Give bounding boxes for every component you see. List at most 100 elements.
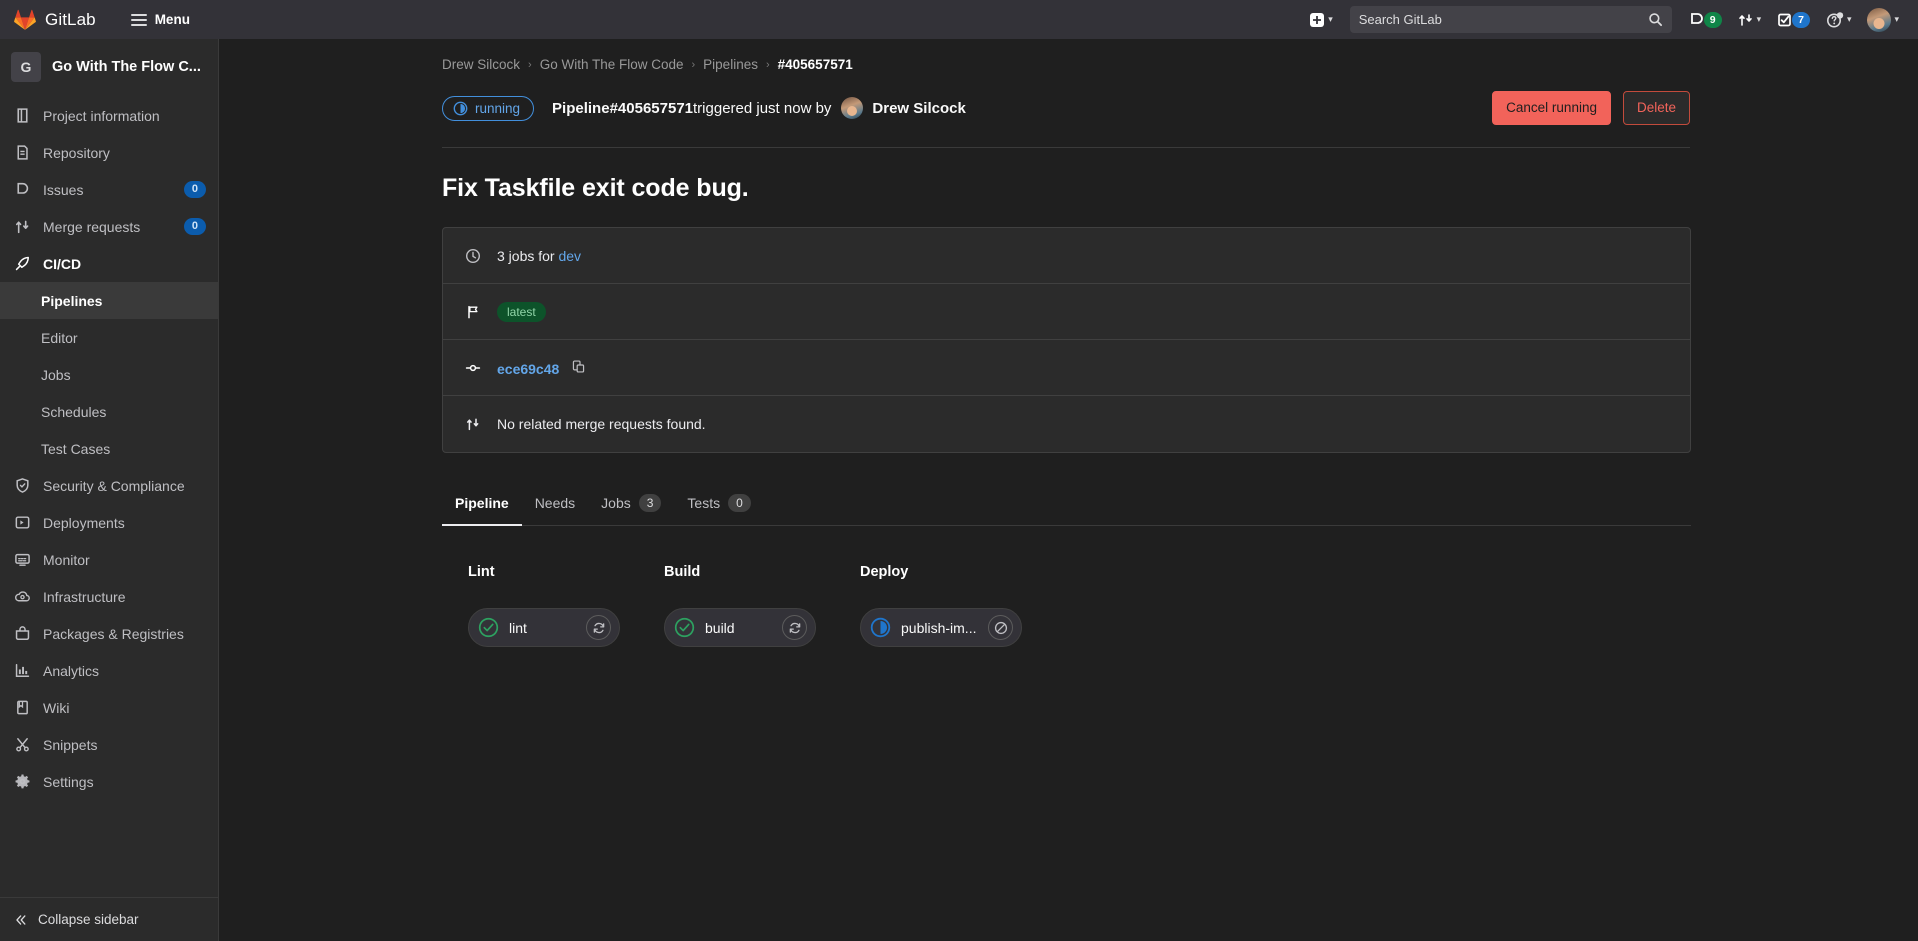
collapse-sidebar-button[interactable]: Collapse sidebar: [0, 897, 218, 941]
merge-request-row: No related merge requests found.: [443, 396, 1690, 452]
gear-icon: [15, 774, 30, 789]
breadcrumb-item-project[interactable]: Go With The Flow Code: [540, 57, 684, 72]
chevron-down-icon: ▾: [1756, 14, 1762, 24]
todo-check-icon: [1778, 13, 1791, 26]
pipeline-tabs: Pipeline Needs Jobs 3 Tests 0: [442, 485, 1691, 526]
delete-button[interactable]: Delete: [1622, 91, 1690, 125]
chevron-down-icon: ▾: [1328, 14, 1333, 24]
cancel-running-button[interactable]: Cancel running: [1492, 91, 1611, 125]
todos-nav-button[interactable]: 7: [1770, 7, 1817, 33]
jobs-count-text: 3 jobs for: [497, 247, 559, 264]
plus-square-icon: [1310, 12, 1325, 27]
sidebar-item-label: Issues: [43, 181, 84, 198]
retry-icon: [593, 622, 604, 633]
sidebar-item-deployments[interactable]: Deployments: [0, 504, 218, 541]
user-menu-button[interactable]: ▾: [1860, 3, 1906, 37]
tab-label: Tests: [687, 495, 721, 511]
search-icon: [1648, 13, 1662, 27]
sidebar-subitem-editor[interactable]: Editor: [0, 319, 218, 356]
main-content: Drew Silcock › Go With The Flow Code › P…: [219, 39, 1918, 941]
commit-sha-link[interactable]: ece69c48: [497, 361, 559, 377]
merge-request-icon: [466, 418, 479, 431]
tab-label: Needs: [534, 495, 576, 511]
sidebar-item-repository[interactable]: Repository: [0, 134, 218, 171]
sidebar-item-infrastructure[interactable]: Infrastructure: [0, 578, 218, 615]
sidebar-item-label: Deployments: [43, 514, 125, 531]
sidebar-item-issues[interactable]: Issues 0: [0, 171, 218, 208]
search-input[interactable]: Search GitLab: [1349, 6, 1672, 33]
breadcrumb-item-pipelines[interactable]: Pipelines: [703, 57, 758, 72]
commit-row: ece69c48: [443, 340, 1690, 396]
pipeline-title: Pipeline #405657571 triggered just now b…: [552, 97, 966, 119]
sidebar-item-merge-requests[interactable]: Merge requests 0: [0, 208, 218, 245]
sidebar-item-wiki[interactable]: Wiki: [0, 689, 218, 726]
job-card-publish-image[interactable]: publish-im...: [860, 608, 1023, 647]
retry-job-button[interactable]: [782, 615, 807, 640]
sidebar-item-monitor[interactable]: Monitor: [0, 541, 218, 578]
commit-sha-group: ece69c48: [497, 359, 586, 377]
sidebar-item-packages-registries[interactable]: Packages & Registries: [0, 615, 218, 652]
copy-sha-button[interactable]: [571, 359, 586, 374]
pipeline-info-card: 3 jobs for dev latest ece69c48 No relate…: [442, 227, 1691, 453]
sidebar-item-label: Packages & Registries: [43, 625, 184, 642]
book-icon: [17, 108, 28, 123]
sidebar-item-label: Snippets: [43, 736, 98, 753]
sidebar-item-analytics[interactable]: Analytics: [0, 652, 218, 689]
pipeline-id: #405657571: [609, 99, 694, 117]
navbar-right-group: ▾ Search GitLab 9 ▾ 7 ▾ ▾: [1302, 0, 1918, 39]
gitlab-home-link[interactable]: GitLab: [14, 9, 96, 30]
sidebar-item-snippets[interactable]: Snippets: [0, 726, 218, 763]
tab-tests[interactable]: Tests 0: [674, 485, 763, 526]
pipeline-author[interactable]: Drew Silcock: [872, 100, 965, 117]
sidebar-subitem-pipelines[interactable]: Pipelines: [0, 282, 218, 319]
job-card-lint[interactable]: lint: [468, 608, 620, 647]
tab-label: Jobs: [601, 495, 631, 511]
project-header-link[interactable]: G Go With The Flow C...: [0, 39, 218, 95]
sidebar-subitem-jobs[interactable]: Jobs: [0, 356, 218, 393]
todos-count-badge: 7: [1792, 11, 1810, 28]
merge-requests-nav-button[interactable]: ▾: [1731, 7, 1769, 33]
sidebar-item-security-compliance[interactable]: Security & Compliance: [0, 467, 218, 504]
retry-icon: [789, 622, 800, 633]
chevron-right-icon: ›: [765, 58, 770, 71]
sidebar-item-label: Wiki: [43, 699, 70, 716]
merge-request-icon: [15, 220, 29, 234]
sidebar-item-label: Monitor: [43, 551, 90, 568]
create-new-button[interactable]: ▾: [1302, 7, 1340, 33]
breadcrumb-current: #405657571: [777, 57, 853, 72]
tag-row: latest: [443, 284, 1690, 340]
breadcrumb-item-user[interactable]: Drew Silcock: [442, 57, 520, 72]
commit-title: Fix Taskfile exit code bug.: [442, 174, 749, 202]
commit-icon: [465, 364, 481, 371]
sidebar-item-project-information[interactable]: Project information: [0, 97, 218, 134]
status-badge[interactable]: running: [442, 95, 535, 121]
status-success-icon: [674, 617, 695, 638]
gitlab-logo-icon: [14, 9, 36, 30]
sidebar-item-settings[interactable]: Settings: [0, 763, 218, 800]
search-placeholder: Search GitLab: [1358, 12, 1442, 27]
sidebar-item-label: Repository: [43, 144, 110, 161]
sidebar-item-label: Merge requests: [43, 218, 141, 235]
branch-link[interactable]: dev: [558, 248, 581, 264]
issues-nav-button[interactable]: 9: [1682, 7, 1729, 33]
sidebar-item-cicd[interactable]: CI/CD: [0, 245, 218, 282]
cancel-icon: [994, 621, 1008, 634]
menu-button[interactable]: Menu: [124, 7, 197, 32]
tab-pipeline[interactable]: Pipeline: [442, 485, 522, 526]
deployments-icon: [15, 516, 30, 529]
job-card-build[interactable]: build: [664, 608, 816, 647]
project-sidebar: G Go With The Flow C... Project informat…: [0, 39, 219, 941]
stage-column-deploy: Deploy publish-im...: [860, 564, 1056, 647]
cancel-job-button[interactable]: [988, 615, 1014, 640]
sidebar-subitem-schedules[interactable]: Schedules: [0, 393, 218, 430]
tab-jobs[interactable]: Jobs 3: [588, 485, 674, 526]
retry-job-button[interactable]: [586, 615, 611, 640]
flag-icon: [468, 305, 478, 318]
merge-request-empty-text: No related merge requests found.: [497, 416, 706, 432]
hamburger-icon: [130, 13, 147, 26]
tab-needs[interactable]: Needs: [522, 485, 588, 526]
question-circle-icon: [1826, 11, 1844, 27]
stage-title: Deploy: [860, 564, 909, 580]
sidebar-subitem-test-cases[interactable]: Test Cases: [0, 430, 218, 467]
help-nav-button[interactable]: ▾: [1819, 6, 1859, 34]
